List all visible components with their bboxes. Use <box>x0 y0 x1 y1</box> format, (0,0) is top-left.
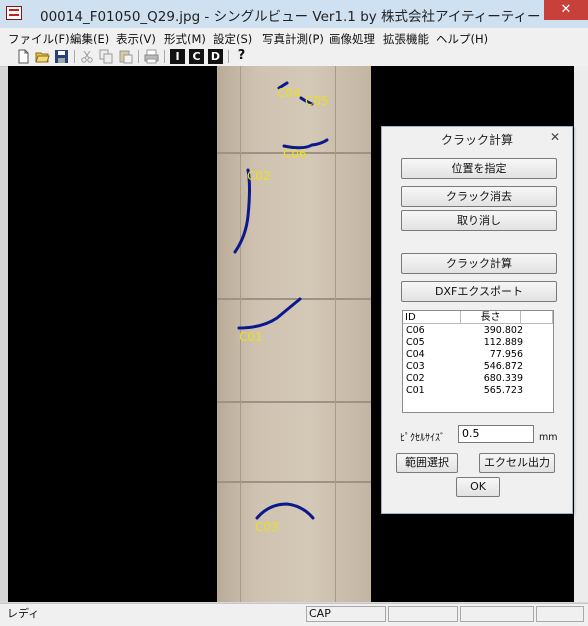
list-item-length: 77.956 <box>489 349 523 360</box>
crack-line-c03 <box>255 502 315 520</box>
crack-label-c01: C01 <box>239 330 263 344</box>
list-item-length: 565.723 <box>483 385 523 396</box>
list-item[interactable]: C04 77.956 <box>403 349 553 361</box>
pixel-size-label: ﾋﾟｸｾﾙｻｲｽﾞ <box>400 433 445 444</box>
title-bar[interactable]: 00014_F01050_Q29.jpg - シングルビュー Ver1.1 by… <box>0 0 588 29</box>
list-item-id: C05 <box>406 337 425 348</box>
cancel-button[interactable]: 取り消し <box>401 210 557 231</box>
dxf-export-button[interactable]: DXFエクスポート <box>401 281 557 302</box>
print-icon[interactable] <box>144 49 159 64</box>
menu-extensions[interactable]: 拡張機能 <box>383 31 429 47</box>
window-close-button[interactable]: ✕ <box>544 0 588 20</box>
tool-c-icon[interactable]: C <box>189 49 204 64</box>
list-item-id: C01 <box>406 385 425 396</box>
status-text: レディ <box>7 607 40 620</box>
pixel-size-input[interactable]: 0.5 <box>458 425 534 443</box>
excel-output-button[interactable]: エクセル出力 <box>479 453 555 473</box>
num-indicator <box>388 606 458 622</box>
list-item-length: 680.339 <box>483 373 523 384</box>
set-position-button[interactable]: 位置を指定 <box>401 158 557 179</box>
help-icon[interactable]: ? <box>234 48 249 64</box>
crack-label-c06: C06 <box>283 147 307 161</box>
list-item[interactable]: C01 565.723 <box>403 385 553 397</box>
list-item-id: C04 <box>406 349 425 360</box>
list-item-length: 546.872 <box>483 361 523 372</box>
erase-crack-button[interactable]: クラック消去 <box>401 186 557 207</box>
concrete-photo: C04 C05 C06 C02 C01 C03 <box>217 66 371 602</box>
list-item-id: C02 <box>406 373 425 384</box>
menu-settings[interactable]: 設定(S) <box>213 31 252 47</box>
copy-icon[interactable] <box>99 49 114 64</box>
crack-line-c01 <box>237 297 302 330</box>
menu-format[interactable]: 形式(M) <box>164 31 206 47</box>
list-header-id[interactable]: ID <box>403 311 461 324</box>
tool-i-icon[interactable]: I <box>170 49 185 64</box>
crack-calc-dialog: クラック計算 ✕ 位置を指定 クラック消去 取り消し クラック計算 DXFエクス… <box>381 126 573 514</box>
calc-crack-button[interactable]: クラック計算 <box>401 253 557 274</box>
menu-edit[interactable]: 編集(E) <box>70 31 109 47</box>
list-item-id: C03 <box>406 361 425 372</box>
tool-d-icon[interactable]: D <box>208 49 223 64</box>
list-item[interactable]: C02 680.339 <box>403 373 553 385</box>
crack-length-list[interactable]: ID 長さ C06 390.802 C05 112.889 C04 77.956… <box>402 310 554 413</box>
cap-indicator: CAP <box>306 606 386 622</box>
crack-label-c02: C02 <box>247 169 271 183</box>
pixel-size-unit: mm <box>539 432 558 443</box>
status-bar: レディ CAP <box>0 603 588 626</box>
new-file-icon[interactable] <box>16 49 31 64</box>
crack-overlay: C04 C05 C06 C02 C01 C03 <box>233 81 329 534</box>
crack-label-c05: C05 <box>305 94 329 108</box>
menu-bar: ファイル(F) 編集(E) 表示(V) 形式(M) 設定(S) 写真計測(P) … <box>0 28 588 48</box>
app-icon[interactable] <box>6 6 22 20</box>
menu-view[interactable]: 表示(V) <box>116 31 156 47</box>
list-item-length: 390.802 <box>483 325 523 336</box>
cut-icon[interactable] <box>80 49 95 64</box>
vertical-scrollbar[interactable] <box>574 66 588 602</box>
menu-file[interactable]: ファイル(F) <box>8 31 70 47</box>
toolbar: I C D ? <box>0 48 588 67</box>
scrl-indicator <box>460 606 534 622</box>
dialog-close-button[interactable]: ✕ <box>542 129 568 145</box>
menu-help[interactable]: ヘルプ(H) <box>436 31 488 47</box>
menu-image-processing[interactable]: 画像処理 <box>329 31 375 47</box>
ok-button[interactable]: OK <box>456 477 500 497</box>
paste-icon[interactable] <box>118 49 133 64</box>
menu-photo-measure[interactable]: 写真計測(P) <box>262 31 324 47</box>
crack-label-c03: C03 <box>255 520 279 534</box>
open-folder-icon[interactable] <box>35 49 50 64</box>
list-item[interactable]: C06 390.802 <box>403 325 553 337</box>
list-item-id: C06 <box>406 325 425 336</box>
crack-label-c04: C04 <box>277 86 301 100</box>
list-item-length: 112.889 <box>483 337 523 348</box>
window-title: 00014_F01050_Q29.jpg - シングルビュー Ver1.1 by… <box>40 9 541 25</box>
save-icon[interactable] <box>54 49 69 64</box>
list-item[interactable]: C03 546.872 <box>403 361 553 373</box>
range-select-button[interactable]: 範囲選択 <box>396 453 458 473</box>
size-grip[interactable] <box>536 606 584 622</box>
list-header-length[interactable]: 長さ <box>461 311 521 324</box>
list-item[interactable]: C05 112.889 <box>403 337 553 349</box>
